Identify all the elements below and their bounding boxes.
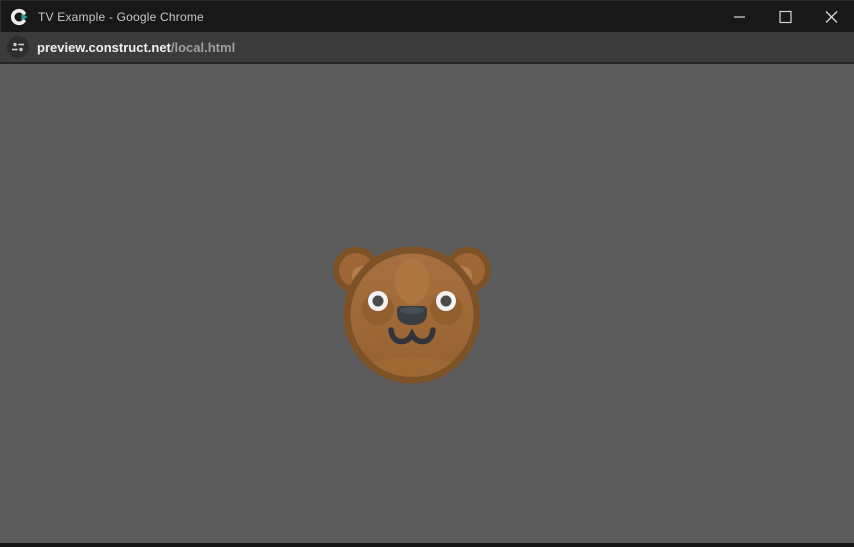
construct-logo-icon <box>9 7 29 27</box>
bear-face-sprite[interactable] <box>325 235 499 385</box>
tune-icon <box>12 41 24 53</box>
window-controls <box>716 1 854 33</box>
site-info-button[interactable] <box>7 36 29 58</box>
minimize-icon <box>716 1 762 33</box>
browser-window: TV Example - Google Chrome <box>0 0 854 547</box>
window-title: TV Example - Google Chrome <box>38 10 716 24</box>
window-bottom-edge <box>0 543 854 547</box>
maximize-icon <box>762 1 808 33</box>
bear-left-pupil <box>373 296 384 307</box>
url-host: preview.construct.net <box>37 40 171 55</box>
url-path: /local.html <box>171 40 235 55</box>
address-bar[interactable]: preview.construct.net/local.html <box>0 32 854 62</box>
url-display: preview.construct.net/local.html <box>37 40 235 55</box>
bear-forehead-highlight <box>395 258 429 304</box>
close-icon <box>808 1 854 33</box>
game-canvas[interactable] <box>0 64 854 543</box>
bear-right-pupil <box>441 296 452 307</box>
bear-nose-highlight <box>400 307 424 314</box>
close-button[interactable] <box>808 1 854 33</box>
minimize-button[interactable] <box>716 1 762 33</box>
titlebar: TV Example - Google Chrome <box>0 0 854 32</box>
maximize-button[interactable] <box>762 1 808 33</box>
